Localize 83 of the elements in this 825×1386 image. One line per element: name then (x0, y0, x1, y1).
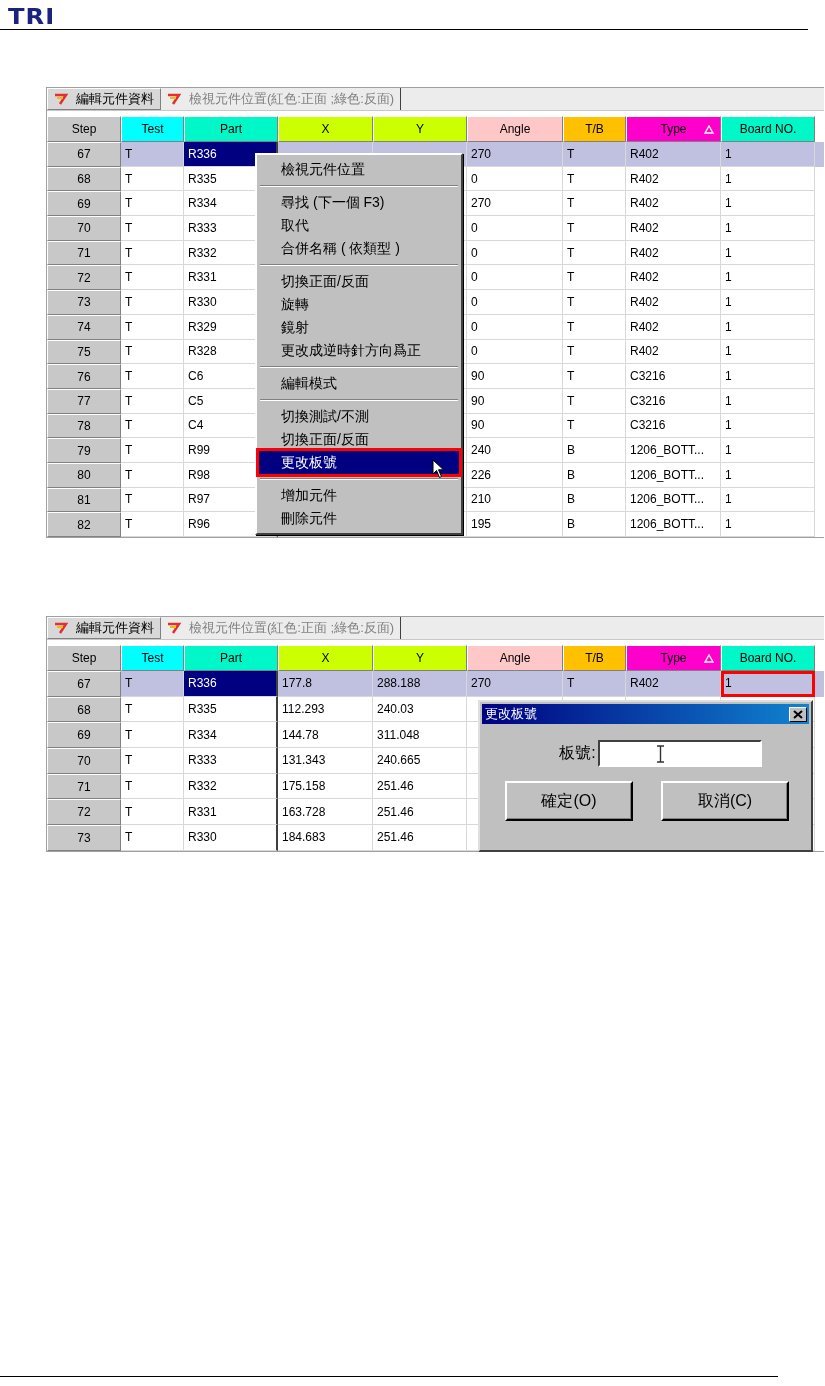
table-cell: C3216 (626, 364, 721, 389)
row-header: 69 (47, 722, 121, 749)
table-cell: 1 (721, 388, 815, 414)
row-header: 72 (47, 265, 121, 291)
row-header: 76 (47, 364, 121, 389)
table-cell: 1 (721, 216, 815, 241)
table-cell: R402 (626, 290, 721, 315)
table-cell: 1 (721, 512, 815, 537)
row-header: 79 (47, 438, 121, 463)
table-cell: T (563, 671, 626, 697)
row-header: 68 (47, 696, 121, 723)
table-cell: 1 (721, 142, 815, 167)
row-header: 67 (47, 142, 121, 167)
table-cell: T (121, 825, 184, 851)
table-cell: B (563, 462, 626, 488)
table-cell: T (121, 462, 184, 488)
table-cell: 0 (467, 216, 563, 241)
table-cell: 1 (721, 671, 815, 697)
table-cell: T (563, 364, 626, 389)
table-cell: T (121, 748, 184, 774)
table-cell: 131.343 (278, 748, 373, 774)
row-header: 71 (47, 240, 121, 266)
row-header: 67 (47, 671, 121, 697)
row-header: 72 (47, 799, 121, 826)
table-cell: 0 (467, 314, 563, 340)
table-cell: 1 (721, 314, 815, 340)
table-cell: 184.683 (278, 825, 373, 851)
table-cell: T (563, 388, 626, 414)
row-header: 68 (47, 166, 121, 192)
table-cell: 90 (467, 364, 563, 389)
row-header: 70 (47, 216, 121, 241)
row-header: 80 (47, 462, 121, 488)
table-cell: T (563, 142, 626, 167)
table-cell: R330 (184, 825, 278, 851)
table-cell: 226 (467, 462, 563, 488)
table-cell: 1 (721, 462, 815, 488)
table-cell: 1206_BOTT... (626, 438, 721, 463)
row-header: 74 (47, 314, 121, 340)
table-cell: T (121, 216, 184, 241)
table-cell: T (563, 216, 626, 241)
table-cell: 251.46 (373, 825, 467, 851)
table-cell: 195 (467, 512, 563, 537)
table-cell: C3216 (626, 388, 721, 414)
table-cell: T (121, 512, 184, 537)
dialog-title: 更改板號 (485, 705, 537, 723)
table-cell: 1 (721, 290, 815, 315)
table-cell: R402 (626, 216, 721, 241)
row-header: 73 (47, 290, 121, 315)
table-cell: 270 (467, 142, 563, 167)
row-header: 75 (47, 339, 121, 365)
logo: TRI (8, 4, 56, 29)
table-cell: 1206_BOTT... (626, 512, 721, 537)
table-cell: T (121, 314, 184, 340)
table-cell: T (121, 290, 184, 315)
table-cell: 90 (467, 388, 563, 414)
table-cell: 0 (467, 290, 563, 315)
table-cell: 288.188 (373, 671, 467, 697)
table-cell: T (563, 314, 626, 340)
table-cell: 1 (721, 364, 815, 389)
table-cell: T (121, 364, 184, 389)
row-header: 78 (47, 413, 121, 439)
table-cell: 240 (467, 438, 563, 463)
table-cell: 1 (721, 438, 815, 463)
table-cell: T (121, 388, 184, 414)
row-header: 71 (47, 773, 121, 800)
table-cell: 1206_BOTT... (626, 462, 721, 488)
row-header: 77 (47, 388, 121, 414)
row-header: 70 (47, 748, 121, 774)
table-cell: B (563, 512, 626, 537)
row-header: 69 (47, 191, 121, 217)
table-cell: 240.665 (373, 748, 467, 774)
table-cell: R402 (626, 671, 721, 697)
table-cell: 177.8 (278, 671, 373, 697)
table-cell: B (563, 438, 626, 463)
table-cell: R402 (626, 142, 721, 167)
table-cell: 270 (467, 671, 563, 697)
row-header: 73 (47, 825, 121, 851)
table-cell: R336 (184, 671, 278, 697)
table-cell: T (121, 438, 184, 463)
row-header: 82 (47, 512, 121, 537)
table-cell: R402 (626, 314, 721, 340)
table-cell: T (563, 290, 626, 315)
row-header: 81 (47, 487, 121, 513)
